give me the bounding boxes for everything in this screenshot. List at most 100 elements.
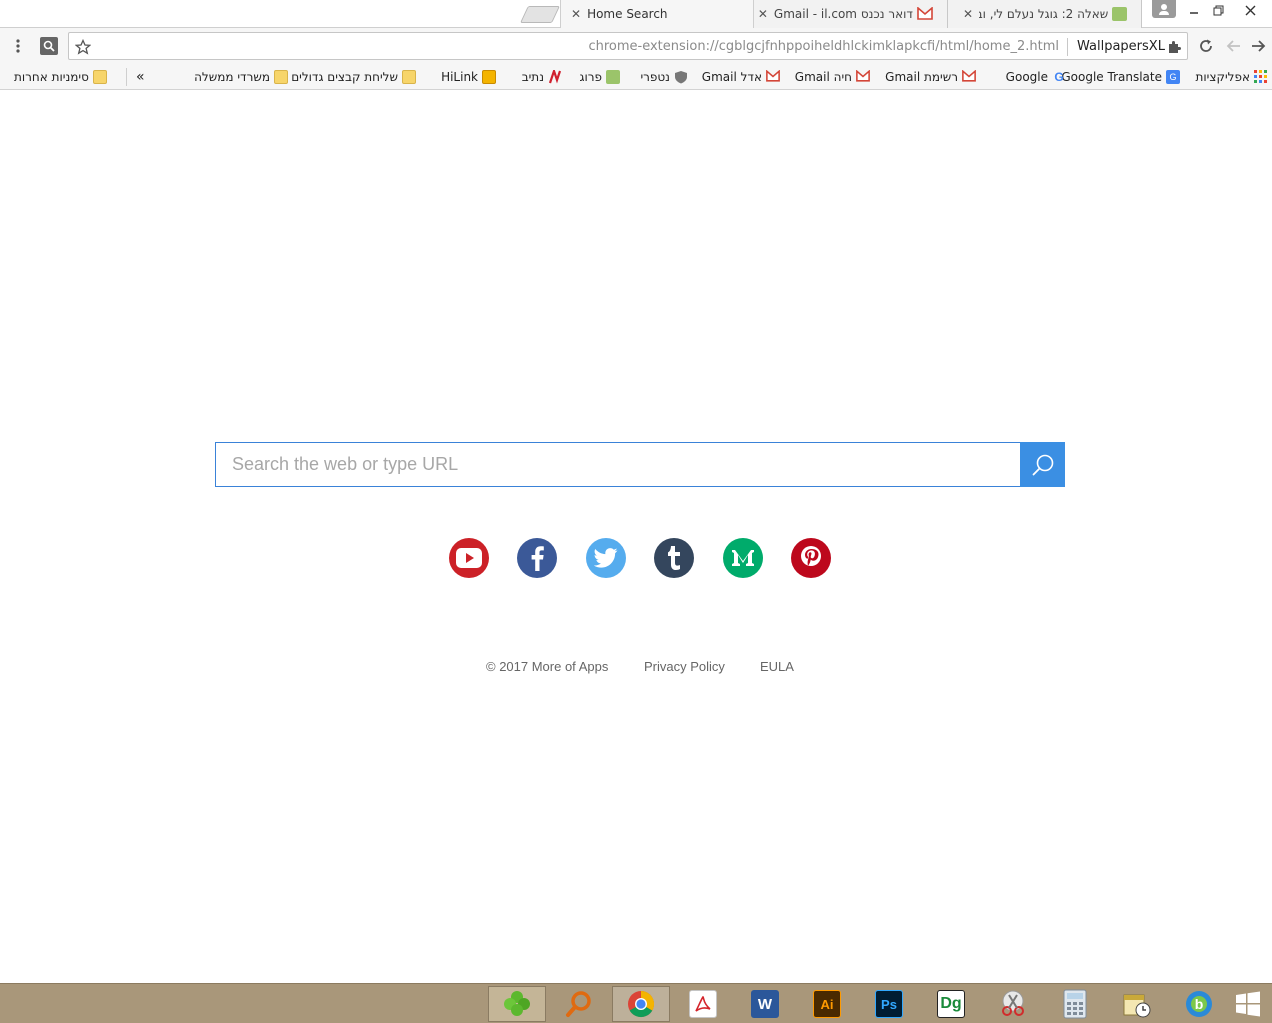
bookmark-gmail-list[interactable]: רשימת Gmail: [885, 68, 976, 86]
google-translate-icon: G: [1166, 70, 1180, 84]
search-input[interactable]: [215, 442, 1021, 487]
close-window-icon[interactable]: [1236, 0, 1264, 20]
new-tab-button[interactable]: [520, 6, 560, 23]
privacy-policy-link[interactable]: Privacy Policy: [644, 659, 725, 674]
taskbar: W Ai Ps Dg b: [0, 983, 1272, 1023]
tab-strip: שאלה 2: גוגל נעלם לי, ובמ ✕ דואר נכנס Gm…: [0, 0, 1272, 28]
tab-home-search-close-icon[interactable]: ✕: [571, 7, 581, 21]
bookmark-prog[interactable]: פרוג: [580, 68, 620, 86]
tumblr-icon: [668, 546, 680, 570]
twitter-link[interactable]: [586, 538, 626, 578]
shield-icon: [674, 70, 688, 84]
profile-icon[interactable]: [1152, 0, 1176, 18]
taskbar-calculator-app[interactable]: [1046, 986, 1104, 1022]
taskbar-illustrator-app[interactable]: Ai: [798, 986, 856, 1022]
tumblr-link[interactable]: [654, 538, 694, 578]
tab-question[interactable]: שאלה 2: גוגל נעלם לי, ובמ ✕: [946, 0, 1142, 28]
puzzle-extension-icon[interactable]: [1165, 38, 1183, 56]
facebook-icon: [531, 546, 544, 571]
word-icon: W: [751, 990, 779, 1018]
facebook-link[interactable]: [517, 538, 557, 578]
youtube-link[interactable]: [449, 538, 489, 578]
search-extension-icon[interactable]: [40, 37, 58, 55]
menu-dots-icon[interactable]: [8, 36, 28, 56]
taskbar-snipping-app[interactable]: [984, 986, 1042, 1022]
bookmark-gmail-haya-label: חיה Gmail: [794, 70, 852, 84]
taskbar-chrome-app[interactable]: [612, 986, 670, 1022]
search-icon: [1032, 454, 1053, 475]
tab-gmail[interactable]: דואר נכנס Gmail - il.com ✕: [752, 0, 948, 28]
bookmark-big-files[interactable]: שליחת קבצים גדולים: [291, 68, 416, 86]
search-button[interactable]: [1020, 442, 1065, 487]
bookmark-nativ-label: נתיב: [521, 70, 544, 84]
bookmark-gmail-adel[interactable]: אדל Gmail: [702, 68, 780, 86]
taskbar-windows-start[interactable]: [1228, 986, 1268, 1022]
taskbar-acrobat-app[interactable]: [674, 986, 732, 1022]
gmail-icon: [962, 69, 976, 84]
bookmark-gov-offices-label: משרדי ממשלה: [194, 70, 270, 84]
tab-question-close-icon[interactable]: ✕: [963, 7, 973, 21]
prog-forum-icon: [606, 70, 620, 84]
svg-text:b: b: [1195, 996, 1204, 1012]
tab-gmail-close-icon[interactable]: ✕: [758, 7, 768, 21]
back-arrow-icon[interactable]: [1248, 36, 1268, 56]
search-box: [215, 442, 1065, 487]
bookmarks-bar: אפליקציות G Google Translate G Google רש…: [0, 64, 1272, 90]
taskbar-ie-app[interactable]: b: [1170, 986, 1228, 1022]
scheduler-icon: [1123, 994, 1151, 1018]
bookmarks-separator: [126, 68, 127, 86]
bookmark-google-label: Google: [1005, 70, 1048, 84]
bookmark-prog-label: פרוג: [579, 70, 602, 84]
bookmark-star-icon[interactable]: [73, 37, 93, 57]
bookmarks-overflow-button[interactable]: »: [136, 68, 145, 86]
tab-home-search-title: Home Search: [587, 7, 668, 21]
illustrator-icon: Ai: [813, 990, 841, 1018]
gmail-favicon-icon: [917, 6, 933, 21]
address-bar[interactable]: chrome-extension://cgblgcjfnhppoiheldhlc…: [68, 32, 1188, 60]
taskbar-photoshop-app[interactable]: Ps: [860, 986, 918, 1022]
taskbar-search-app[interactable]: [550, 986, 608, 1022]
taskbar-dg-app[interactable]: Dg: [922, 986, 980, 1022]
browser-globe-icon: b: [1186, 991, 1212, 1017]
bookmark-hilink[interactable]: HiLink: [441, 68, 496, 86]
bookmark-apps-label: אפליקציות: [1195, 70, 1251, 84]
bookmark-google[interactable]: G Google: [1006, 68, 1066, 86]
taskbar-clover-app[interactable]: [488, 986, 546, 1022]
acrobat-icon: [689, 990, 717, 1018]
forum-favicon-icon: [1112, 7, 1127, 21]
extension-label[interactable]: WallpapersXL: [1077, 39, 1165, 54]
tab-home-search[interactable]: ✕ Home Search: [560, 0, 754, 28]
pinterest-link[interactable]: [791, 538, 831, 578]
address-url[interactable]: chrome-extension://cgblgcjfnhppoiheldhlc…: [588, 39, 1059, 54]
calculator-icon: [1063, 989, 1087, 1019]
clover-icon: [504, 991, 530, 1016]
pinterest-icon: [801, 546, 821, 566]
medium-icon: [732, 550, 754, 566]
bookmark-gov-offices[interactable]: משרדי ממשלה: [194, 68, 288, 86]
bookmark-other-label: סימניות אחרות: [14, 70, 89, 84]
taskbar-scheduler-app[interactable]: [1108, 986, 1166, 1022]
twitter-icon: [594, 548, 618, 568]
reload-icon[interactable]: [1196, 36, 1216, 56]
bookmark-google-translate[interactable]: G Google Translate: [1061, 68, 1180, 86]
youtube-icon: [456, 548, 482, 568]
bookmark-other[interactable]: סימניות אחרות: [14, 68, 107, 86]
nativ-icon: [548, 67, 562, 84]
bookmark-gmail-list-label: רשימת Gmail: [885, 70, 958, 84]
taskbar-word-app[interactable]: W: [736, 986, 794, 1022]
bookmark-netfari[interactable]: נטפרי: [640, 68, 688, 86]
gmail-icon: [766, 69, 780, 84]
tab-gmail-title: דואר נכנס Gmail - il.com: [773, 7, 913, 21]
bookmark-netfari-label: נטפרי: [640, 70, 670, 84]
bookmark-apps[interactable]: אפליקציות: [1196, 68, 1269, 86]
bookmark-gmail-adel-label: אדל Gmail: [701, 70, 762, 84]
bookmark-hilink-label: HiLink: [441, 70, 478, 84]
photoshop-icon: Ps: [875, 990, 903, 1018]
bookmark-gmail-haya[interactable]: חיה Gmail: [795, 68, 870, 86]
bookmark-nativ[interactable]: נתיב: [521, 67, 562, 86]
eula-link[interactable]: EULA: [760, 659, 794, 674]
restore-icon[interactable]: [1204, 0, 1232, 20]
forward-arrow-icon[interactable]: [1224, 36, 1244, 56]
medium-link[interactable]: [723, 538, 763, 578]
folder-icon: [92, 70, 107, 84]
